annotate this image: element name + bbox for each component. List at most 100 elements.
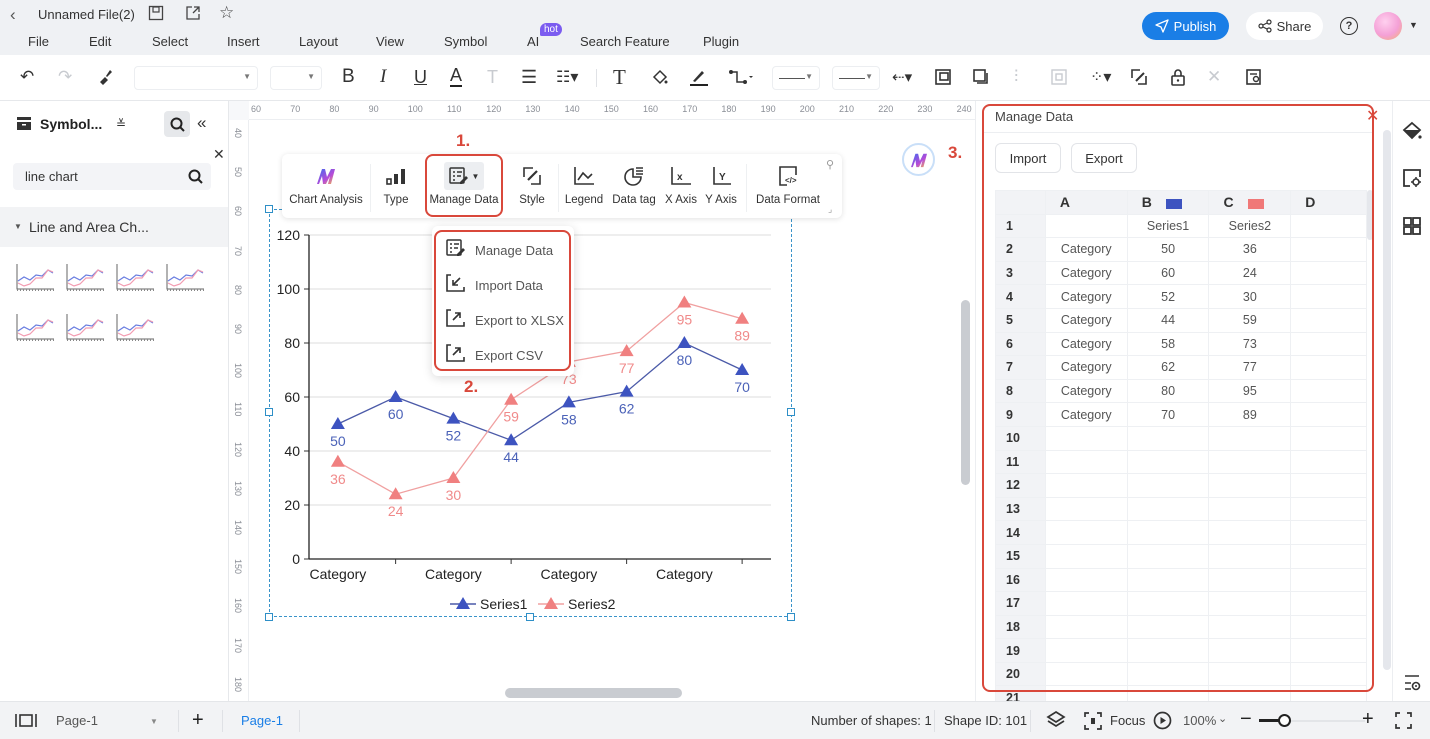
layers-icon[interactable] xyxy=(1046,710,1066,733)
shape-settings-icon[interactable] xyxy=(1402,168,1422,193)
menu-select[interactable]: Select xyxy=(152,34,188,49)
menu-edit[interactable]: Edit xyxy=(89,34,111,49)
canvas-horizontal-scrollbar[interactable] xyxy=(505,688,682,698)
caret-down-icon[interactable]: ▼ xyxy=(150,717,158,726)
close-search-icon[interactable]: ✕ xyxy=(213,146,225,163)
export-icon[interactable] xyxy=(185,5,201,24)
menu-file[interactable]: File xyxy=(28,34,49,49)
resize-handle[interactable] xyxy=(265,205,273,213)
symbol-thumbnail[interactable] xyxy=(164,261,206,293)
connector-icon[interactable] xyxy=(728,65,754,89)
play-icon[interactable] xyxy=(1153,711,1172,733)
style-icon xyxy=(522,162,542,190)
canvas-vertical-scrollbar[interactable] xyxy=(961,300,970,485)
avatar-caret-icon[interactable]: ▼ xyxy=(1409,20,1418,30)
expand-chevron-icon[interactable]: ≚ xyxy=(116,117,126,131)
page-view-icon[interactable] xyxy=(15,713,37,731)
symbol-search-input[interactable] xyxy=(13,163,211,190)
zoom-in-icon[interactable]: + xyxy=(1362,708,1374,731)
close-icon[interactable]: ✕ xyxy=(1366,106,1379,126)
menu-plugin[interactable]: Plugin xyxy=(703,34,739,49)
line-color-icon[interactable] xyxy=(689,65,709,89)
page-settings-icon[interactable] xyxy=(1402,674,1422,697)
zoom-slider-thumb[interactable] xyxy=(1278,714,1291,727)
x-axis-button[interactable]: x X Axis xyxy=(662,162,700,214)
tools-icon[interactable]: ✕ xyxy=(1207,65,1221,89)
symbol-thumbnail[interactable] xyxy=(114,311,156,343)
format-painter-icon[interactable] xyxy=(96,65,114,89)
italic-icon[interactable]: I xyxy=(380,65,386,89)
bring-front-icon[interactable] xyxy=(934,65,952,89)
symbol-thumbnail[interactable] xyxy=(64,261,106,293)
font-family-select[interactable]: ▼ xyxy=(134,66,258,90)
zoom-level[interactable]: 100% xyxy=(1183,713,1216,728)
search-icon[interactable] xyxy=(188,169,203,187)
save-icon[interactable] xyxy=(148,5,164,24)
bold-icon[interactable]: B xyxy=(342,65,355,89)
underline-icon[interactable]: U xyxy=(414,65,427,89)
symbol-thumbnail[interactable] xyxy=(114,261,156,293)
undo-icon[interactable]: ↶ xyxy=(20,65,34,89)
chart-style-button[interactable]: Style xyxy=(512,162,552,214)
group-icon[interactable] xyxy=(1050,65,1068,89)
share-button[interactable]: Share xyxy=(1246,12,1323,40)
add-page-icon[interactable]: + xyxy=(192,709,204,732)
data-format-button[interactable]: </> Data Format xyxy=(752,162,824,214)
y-axis-button[interactable]: Y Y Axis xyxy=(702,162,740,214)
grid-view-icon[interactable] xyxy=(1402,216,1422,241)
library-title[interactable]: Symbol... xyxy=(40,116,102,132)
chart-analysis-button[interactable]: Chart Analysis xyxy=(288,162,364,214)
align-icon[interactable]: ☰ xyxy=(521,65,537,89)
library-search-button[interactable] xyxy=(164,111,190,137)
text-icon[interactable]: T xyxy=(613,65,626,89)
fullscreen-icon[interactable] xyxy=(1395,712,1412,732)
ai-assistant-button[interactable] xyxy=(902,143,935,176)
focus-icon[interactable] xyxy=(1084,712,1102,733)
find-icon[interactable] xyxy=(1245,65,1263,89)
file-name[interactable]: Unnamed File(2) xyxy=(38,7,135,22)
panel-scrollbar[interactable] xyxy=(1383,130,1391,670)
send-back-icon[interactable] xyxy=(972,65,990,89)
category-line-and-area-charts[interactable]: ▼ Line and Area Ch... xyxy=(0,207,228,247)
menu-insert[interactable]: Insert xyxy=(227,34,260,49)
menu-search-feature[interactable]: Search Feature xyxy=(580,34,670,49)
avatar[interactable] xyxy=(1374,12,1402,40)
legend-label: Legend xyxy=(564,194,604,206)
zoom-out-icon[interactable]: − xyxy=(1240,708,1252,731)
menu-ai[interactable]: AI xyxy=(527,34,539,49)
line-weight-select[interactable]: ▼ xyxy=(832,66,880,90)
menu-symbol[interactable]: Symbol xyxy=(444,34,487,49)
symbol-thumbnail[interactable] xyxy=(14,311,56,343)
collapse-panel-icon[interactable]: « xyxy=(197,113,206,133)
legend-button[interactable]: Legend xyxy=(564,162,604,214)
line-style-select[interactable]: ▼ xyxy=(772,66,820,90)
symbol-thumbnail[interactable] xyxy=(64,311,106,343)
style-icon[interactable] xyxy=(1130,65,1148,89)
resize-corner-icon[interactable]: ⌟ xyxy=(828,204,832,215)
focus-label[interactable]: Focus xyxy=(1110,713,1145,728)
page-select[interactable]: Page-1 xyxy=(56,713,98,728)
effects-icon[interactable]: ⁘▾ xyxy=(1090,65,1111,89)
menu-view[interactable]: View xyxy=(376,34,404,49)
pin-icon[interactable]: ⚲ xyxy=(826,158,834,171)
menu-layout[interactable]: Layout xyxy=(299,34,338,49)
page-tab[interactable]: Page-1 xyxy=(241,713,283,728)
align-objects-icon[interactable]: ⫶ xyxy=(1014,65,1018,89)
fill-bucket-icon[interactable] xyxy=(1402,121,1422,146)
back-icon[interactable]: ‹ xyxy=(10,5,16,25)
symbol-thumbnail[interactable] xyxy=(14,261,56,293)
text-clear-icon[interactable]: T xyxy=(487,65,498,89)
font-color-icon[interactable]: A xyxy=(450,65,463,87)
redo-icon[interactable]: ↷ xyxy=(58,65,72,89)
fill-icon[interactable] xyxy=(651,65,669,89)
data-tag-button[interactable]: Data tag xyxy=(610,162,658,214)
chevron-down-icon[interactable]: ⌄ xyxy=(1218,712,1227,725)
chart-type-button[interactable]: Type xyxy=(376,162,416,214)
line-spacing-icon[interactable]: ☷▾ xyxy=(556,65,578,89)
font-size-select[interactable]: ▼ xyxy=(270,66,322,90)
arrow-style-icon[interactable]: ⇠▾ xyxy=(892,65,912,89)
help-icon[interactable]: ? xyxy=(1340,17,1358,35)
publish-button[interactable]: Publish xyxy=(1142,12,1229,40)
lock-icon[interactable] xyxy=(1169,65,1187,89)
star-icon[interactable]: ☆ xyxy=(219,3,234,23)
